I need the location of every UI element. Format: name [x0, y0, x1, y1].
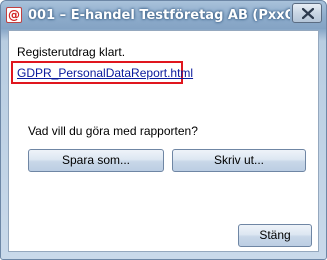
question-text: Vad vill du göra med rapporten? — [28, 124, 198, 138]
dialog-content: Registerutdrag klart. GDPR_PersonalDataR… — [8, 30, 319, 252]
print-button[interactable]: Skriv ut... — [172, 149, 306, 172]
window-title: 001 – E-handel Testföretag AB (PxxO35… — [28, 8, 290, 23]
report-file-link[interactable]: GDPR_PersonalDataReport.html — [17, 66, 193, 80]
title-bar[interactable]: @ 001 – E-handel Testföretag AB (PxxO35… — [1, 1, 326, 29]
app-logo-icon: @ — [6, 7, 22, 23]
close-icon — [302, 8, 314, 19]
window-close-button[interactable] — [292, 3, 322, 23]
close-button[interactable]: Stäng — [238, 224, 312, 247]
dialog-window: @ 001 – E-handel Testföretag AB (PxxO35…… — [0, 0, 327, 260]
save-as-button[interactable]: Spara som... — [28, 149, 164, 172]
status-message: Registerutdrag klart. — [17, 45, 126, 59]
